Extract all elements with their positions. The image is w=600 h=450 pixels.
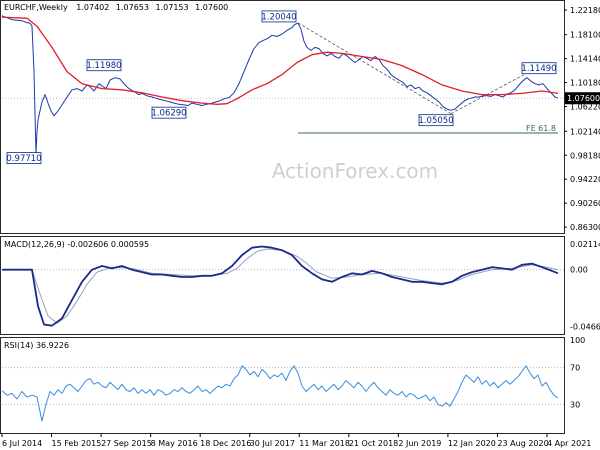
ohlc-high: 1.07653 [116, 3, 149, 12]
rsi-series-layer [1, 365, 559, 422]
macd-tick-label: 0.00 [570, 266, 588, 275]
instrument-title: EURCHF,Weekly [4, 3, 68, 12]
date-tick-label: 8 May 2016 [151, 439, 198, 448]
price-pane-border [0, 0, 565, 234]
date-tick-label: 15 Feb 2015 [52, 439, 102, 448]
price-tick-label: 1.14140 [570, 55, 600, 64]
rsi-tick-label: 30 [570, 400, 580, 409]
price-tick-label: 0.86300 [570, 223, 600, 232]
callout-label: 0.97710 [6, 154, 41, 164]
series-line-rsi [1, 365, 559, 422]
date-tick-label: 11 Mar 2018 [299, 439, 350, 448]
price-tick-label: 1.22180 [570, 6, 600, 15]
current-price-label: 1.07600 [567, 94, 600, 103]
date-tick-label: 23 Aug 2020 [497, 439, 548, 448]
macd-tick-label: -0.046699 [570, 323, 600, 332]
callout-label: 1.05050 [418, 116, 453, 126]
callout-label: 1.20040 [261, 12, 296, 22]
price-tick-label: 0.98180 [570, 151, 600, 160]
macd-tick-labels: 0.021146 0.00 -0.046699 [2, 240, 600, 332]
price-tick-label: 1.10180 [570, 79, 600, 88]
date-tick-label: 27 Sep 2015 [101, 439, 152, 448]
rsi-pane-border [0, 337, 565, 434]
date-tick-label: 6 Jul 2014 [2, 439, 42, 448]
date-tick-label: 4 Apr 2021 [547, 439, 591, 448]
price-pane: ActionForex.com 1.22180 1.18100 1.14140 1.1… [0, 0, 600, 234]
callout-label: 1.06290 [151, 109, 186, 119]
fib-label: FE 61.8 [526, 124, 556, 133]
price-tick-labels: 1.221801.181001.141401.101801.062201.021… [564, 6, 600, 232]
rsi-title: RSI(14) 36.9226 [4, 341, 69, 350]
macd-tick-label: 0.021146 [570, 240, 600, 249]
rsi-tick-label: 100 [570, 336, 585, 345]
rsi-tick-label: 70 [570, 364, 580, 373]
macd-series-layer [2, 245, 559, 327]
date-tick-label: 21 Oct 2018 [349, 439, 398, 448]
ohlc-close: 1.07600 [195, 3, 228, 12]
ohlc-low: 1.07153 [156, 3, 189, 12]
dashed-trendline [297, 22, 452, 115]
chart-frame: ActionForex.com 1.22180 1.18100 1.14140 1.1… [0, 0, 600, 448]
price-tick-label: 1.18100 [570, 31, 600, 40]
date-tick-label: 12 Jan 2020 [448, 439, 496, 448]
ohlc-open: 1.07402 [76, 3, 109, 12]
rsi-pane: 100 70 30 RSI(14) 36.9226 [0, 336, 585, 434]
macd-pane: 0.021146 0.00 -0.046699 MACD(12,26,9) -0.0… [0, 236, 600, 335]
date-axis: 6 Jul 2014 15 Feb 2015 27 Sep 20158 May 20… [1, 434, 591, 448]
price-tick-label: 0.94220 [570, 175, 600, 184]
price-title: EURCHF,Weekly 1.07402 1.07653 1.07153 1.… [4, 3, 228, 12]
date-tick-label: 30 Jul 2017 [250, 439, 295, 448]
series-line-ma [1, 16, 559, 105]
series-line-signal [2, 248, 559, 324]
rsi-tick-labels: 100 70 30 [2, 336, 585, 409]
watermark: ActionForex.com [272, 159, 438, 183]
callout-label: 1.11980 [86, 61, 121, 71]
date-tick-label: 2 Jun 2019 [398, 439, 441, 448]
price-tick-label: 1.02140 [570, 127, 600, 136]
macd-title: MACD(12,26,9) -0.002606 0.000595 [4, 240, 149, 249]
price-tick-label: 0.90260 [570, 199, 600, 208]
callout-label: 1.11490 [521, 64, 556, 74]
price-annotation-lines: FE 61.8 1.07600 [2, 22, 600, 134]
date-tick-label: 18 Dec 2016 [200, 439, 251, 448]
